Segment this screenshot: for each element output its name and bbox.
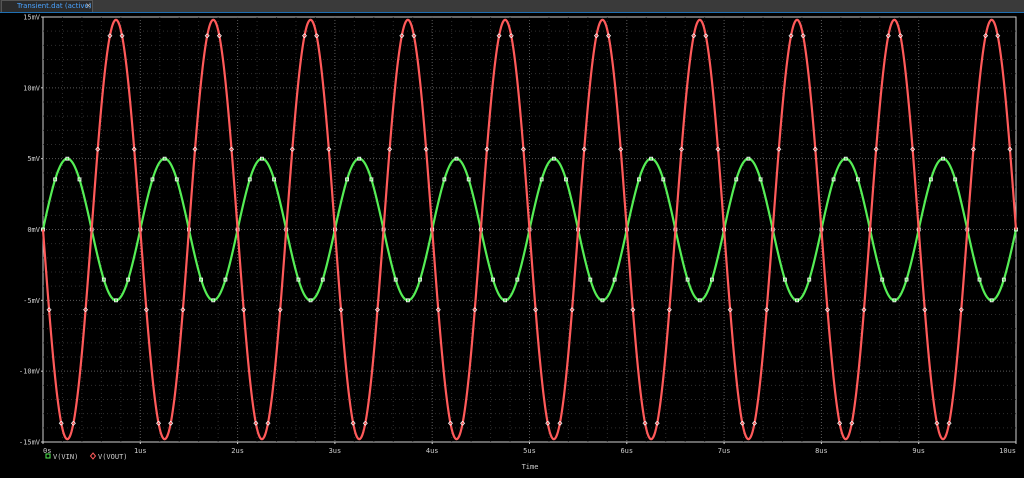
y-tick-label: -10mV [19,368,41,376]
y-tick-label: -15mV [19,439,41,447]
tab-bar: Transient.dat (active) × [0,0,1024,13]
legend-marker-v-vout [89,452,97,460]
series-line-v-vout [41,18,1018,441]
plot-window: 15mV 10mV 5mV 0mV -5mV -10mV -15mV 0s 1us 2us 3us… [0,13,1024,478]
x-tick-label: 4us [426,447,439,455]
x-axis-label: Time [522,463,539,471]
waveform-chart: 15mV10mV5mV0mV-5mV-10mV-15mV 0s 1us 2us 3us… [19,14,1018,471]
tab-title: Transient.dat (active) [17,2,92,10]
x-axis-ticks: 0s 1us 2us 3us 4us 5us 6us 7us 8us 9us 10us [42,442,1017,455]
x-tick-label: 9us [912,447,925,455]
legend-label-v-vin: V(VIN) [53,453,78,461]
legend: V(VIN) V(VOUT) [45,452,128,461]
y-tick-label: 10mV [23,84,41,92]
x-tick-label: 8us [815,447,828,455]
x-tick-label: 5us [523,447,536,455]
y-axis-ticks: 15mV 10mV 5mV 0mV -5mV -10mV -15mV [19,14,43,447]
legend-label-v-vout: V(VOUT) [98,453,128,461]
close-icon[interactable]: × [85,1,92,11]
x-tick-label: 7us [718,447,731,455]
series-layer [41,18,1018,441]
x-tick-label: 10us [999,447,1016,455]
y-tick-label: -5mV [23,297,41,305]
x-tick-label: 1us [134,447,147,455]
y-tick-label: 0mV [27,226,40,234]
y-tick-label: 15mV [23,14,41,22]
x-tick-label: 6us [620,447,633,455]
tab-transient[interactable]: Transient.dat (active) × [1,0,93,12]
x-tick-label: 2us [231,447,244,455]
x-tick-label: 3us [329,447,342,455]
y-tick-label: 5mV [27,155,40,163]
